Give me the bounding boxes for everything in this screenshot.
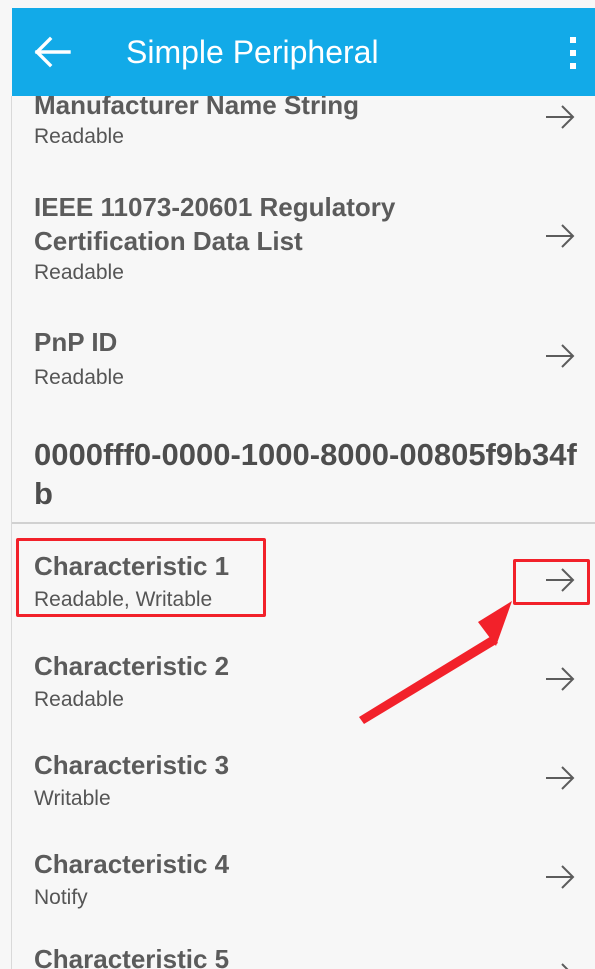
list-item-title: Characteristic 1 — [34, 551, 230, 581]
page-title: Simple Peripheral — [126, 34, 379, 70]
android-screen: Simple Peripheral Manufacturer Name Stri… — [0, 0, 595, 969]
list-item-subtitle: Readable — [34, 366, 124, 389]
list-item-pnp-id[interactable]: PnP ID Readable — [12, 325, 595, 393]
overflow-menu-button[interactable] — [561, 32, 585, 74]
list-item-title-line-2: Certification Data List — [34, 226, 303, 256]
list-item-characteristic-1[interactable]: Characteristic 1 Readable, Writable — [12, 549, 595, 621]
list-item-characteristic-2[interactable]: Characteristic 2 Readable — [12, 649, 595, 721]
arrow-left-icon — [34, 36, 71, 68]
more-vertical-icon — [570, 37, 576, 69]
list-item-manufacturer-name-string[interactable]: Manufacturer Name String Readable — [12, 96, 595, 160]
list-item-title: PnP ID — [34, 327, 118, 357]
arrow-right-icon[interactable] — [542, 762, 578, 794]
list-item-regulatory-certification-data-list[interactable]: IEEE 11073-20601 Regulatory Certificatio… — [12, 190, 595, 294]
characteristics-list: Manufacturer Name String Readable IEEE 1… — [12, 96, 595, 969]
list-item-title: Characteristic 2 — [34, 651, 230, 681]
list-item-subtitle: Writable — [34, 787, 111, 810]
list-item-subtitle: Readable — [34, 688, 124, 711]
section-divider — [12, 522, 595, 524]
list-item-characteristic-3[interactable]: Characteristic 3 Writable — [12, 748, 595, 820]
list-item-subtitle: Readable, Writable — [34, 588, 213, 611]
list-item-title: Characteristic 5 — [34, 944, 230, 969]
list-item-title: Characteristic 3 — [34, 750, 230, 780]
arrow-right-icon[interactable] — [542, 564, 578, 596]
list-item-title-line-1: IEEE 11073-20601 Regulatory — [34, 192, 396, 222]
arrow-right-icon[interactable] — [542, 101, 578, 133]
list-item-characteristic-5[interactable]: Characteristic 5 — [12, 942, 595, 969]
list-item-characteristic-4[interactable]: Characteristic 4 Notify — [12, 847, 595, 919]
list-item-subtitle: Readable — [34, 261, 124, 284]
list-item-subtitle: Readable — [34, 125, 124, 148]
arrow-right-icon[interactable] — [542, 340, 578, 372]
back-button[interactable] — [30, 29, 76, 75]
list-item-subtitle: Notify — [34, 886, 88, 909]
top-app-bar: Simple Peripheral — [12, 8, 595, 96]
service-uuid-header: 0000fff0-0000-1000-8000-00805f9b34fb — [34, 437, 577, 511]
list-item-title: Characteristic 4 — [34, 849, 230, 879]
arrow-right-icon[interactable] — [542, 861, 578, 893]
arrow-right-icon[interactable] — [542, 220, 578, 252]
list-item-title: Manufacturer Name String — [34, 96, 360, 120]
arrow-right-icon[interactable] — [542, 663, 578, 695]
arrow-right-icon[interactable] — [542, 959, 578, 969]
